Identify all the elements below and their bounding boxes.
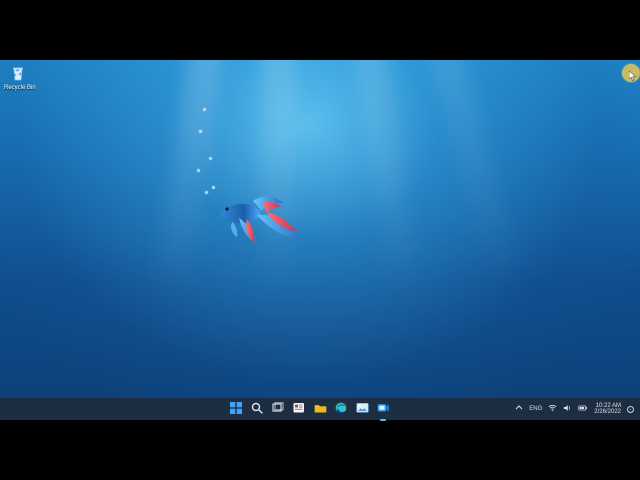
bubble: [203, 108, 206, 111]
bubble: [209, 157, 212, 160]
chevron-up-icon: [515, 404, 523, 414]
wifi-button[interactable]: [548, 404, 557, 414]
volume-icon: [563, 404, 572, 414]
hidden-icons-button[interactable]: [515, 404, 523, 414]
betta-fish-wallpaper: [215, 193, 305, 249]
notification-center-button[interactable]: [627, 405, 634, 413]
battery-button[interactable]: [578, 404, 588, 414]
camera-icon: [377, 401, 390, 419]
widgets-icon: [293, 401, 305, 419]
recycle-bin-shortcut[interactable]: Recycle Bin: [4, 65, 36, 92]
taskbar-app-strip: [227, 401, 392, 421]
taskbar: ENG 10:22 AM 2/26/2022: [0, 397, 640, 421]
wifi-icon: [548, 404, 557, 414]
language-label: ENG: [529, 406, 543, 412]
edge-button[interactable]: [332, 401, 350, 419]
desktop-screen: Recycle Bin: [0, 60, 640, 420]
photos-button[interactable]: [353, 401, 371, 419]
meet-button[interactable]: [374, 401, 392, 421]
language-indicator[interactable]: ENG: [529, 406, 542, 412]
system-tray: ENG 10:22 AM 2/26/2022: [515, 400, 634, 418]
widgets-button[interactable]: [290, 401, 308, 419]
search-button[interactable]: [248, 401, 266, 419]
bubble: [212, 186, 215, 189]
light-ray: [153, 60, 224, 300]
light-ray: [257, 60, 296, 301]
pointer-arrow-icon: [628, 68, 637, 81]
taskbar-clock[interactable]: 10:22 AM 2/26/2022: [594, 403, 621, 415]
photos-icon: [356, 401, 369, 419]
recycle-bin-label: Recycle Bin: [4, 85, 36, 91]
task-view-button[interactable]: [269, 401, 287, 419]
battery-icon: [578, 404, 588, 414]
edge-icon: [335, 401, 347, 419]
recycle-bin-icon: [9, 65, 27, 83]
light-ray: [425, 60, 526, 296]
light-ray: [352, 60, 423, 300]
file-explorer-button[interactable]: [311, 401, 329, 419]
search-icon: [251, 401, 263, 419]
notification-icon: [627, 405, 634, 413]
windows-start-icon: [230, 401, 242, 419]
start-button[interactable]: [227, 401, 245, 419]
folder-icon: [314, 401, 327, 419]
task-view-icon: [272, 401, 284, 419]
window-frame: Recycle Bin ENG 10:22 AM 2/26/2022: [0, 0, 640, 480]
volume-button[interactable]: [563, 404, 572, 414]
clock-date: 2/26/2022: [594, 409, 621, 415]
bubble: [197, 169, 200, 172]
bubble: [199, 130, 202, 133]
bubble: [205, 191, 208, 194]
